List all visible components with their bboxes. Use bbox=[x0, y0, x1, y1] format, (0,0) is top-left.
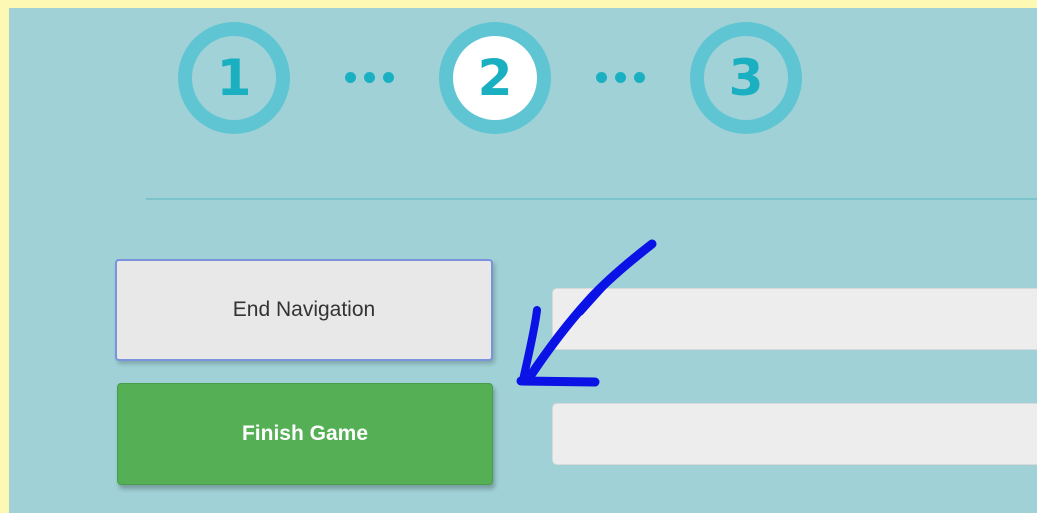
step-1-number: 1 bbox=[192, 36, 276, 120]
dot bbox=[615, 72, 626, 83]
dot bbox=[596, 72, 607, 83]
finish-game-button[interactable]: Finish Game bbox=[117, 383, 493, 485]
text-field-1[interactable] bbox=[552, 288, 1037, 350]
dot bbox=[634, 72, 645, 83]
step-3-indicator[interactable]: 3 bbox=[690, 22, 802, 134]
step-1-indicator[interactable]: 1 bbox=[178, 22, 290, 134]
step-connector-1 bbox=[345, 72, 394, 83]
step-2-number: 2 bbox=[453, 36, 537, 120]
text-field-2[interactable] bbox=[552, 403, 1037, 465]
step-3-number: 3 bbox=[704, 36, 788, 120]
dot bbox=[383, 72, 394, 83]
dot bbox=[364, 72, 375, 83]
dot bbox=[345, 72, 356, 83]
game-panel: 1 2 3 End Navigation Finish Game bbox=[9, 8, 1037, 513]
step-2-indicator[interactable]: 2 bbox=[439, 22, 551, 134]
end-navigation-button[interactable]: End Navigation bbox=[115, 259, 493, 361]
divider bbox=[146, 198, 1037, 200]
step-connector-2 bbox=[596, 72, 645, 83]
